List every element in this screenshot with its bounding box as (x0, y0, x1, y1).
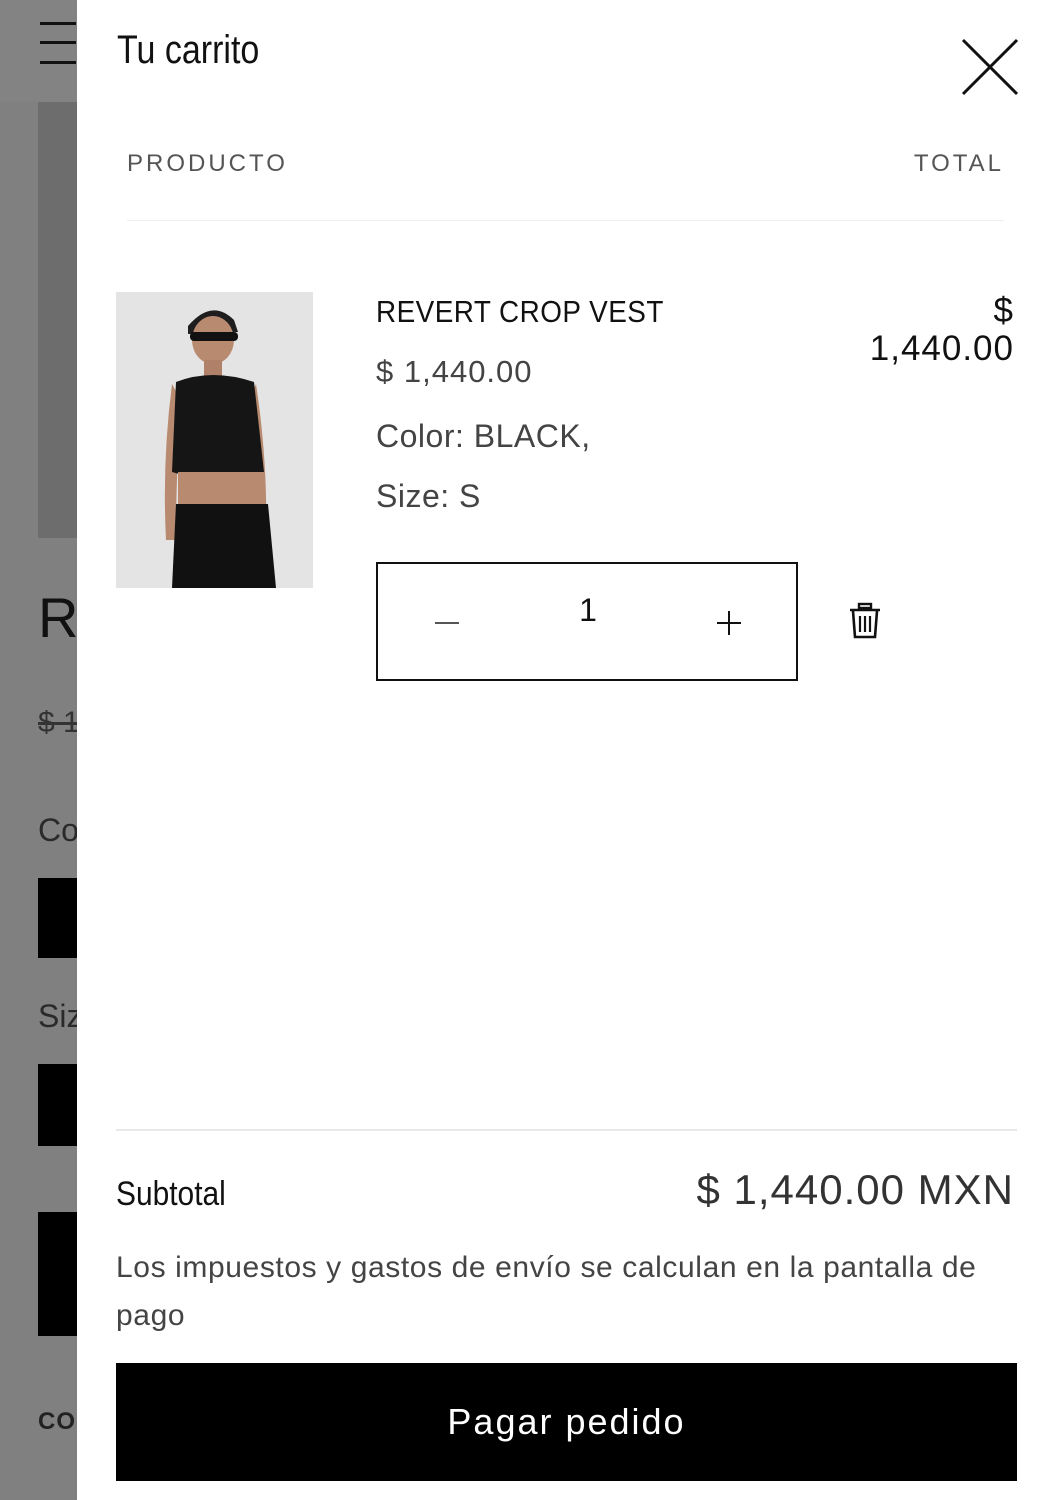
background-product-title: R (38, 586, 79, 649)
column-header-total: TOTAL (913, 150, 1004, 177)
item-name[interactable]: REVERT CROP VEST (376, 294, 664, 330)
product-photo (116, 292, 313, 588)
background-small-label: CO (38, 1408, 76, 1435)
background-product-price: $ 1 (38, 706, 80, 739)
checkout-button[interactable]: Pagar pedido (116, 1363, 1017, 1481)
header-divider (127, 220, 1004, 221)
trash-icon (850, 602, 880, 639)
background-size-option[interactable] (38, 1064, 78, 1146)
footer-divider (116, 1129, 1017, 1131)
item-color: Color: BLACK, (376, 418, 591, 454)
close-button[interactable] (961, 38, 1019, 96)
quantity-input[interactable]: 1 (548, 592, 628, 629)
background-add-to-cart-button[interactable] (38, 1212, 78, 1336)
subtotal-label: Subtotal (116, 1175, 226, 1213)
background-product-image (38, 102, 78, 538)
increase-quantity-button[interactable] (698, 594, 758, 650)
item-size: Size: S (376, 478, 481, 514)
background-color-swatch[interactable] (38, 878, 78, 958)
line-total-currency: $ (993, 291, 1014, 330)
hamburger-menu-icon[interactable] (40, 22, 76, 64)
cart-drawer: Tu carrito PRODUCTO TOTAL REVERT CROP VE… (77, 0, 1054, 1500)
remove-item-button[interactable] (847, 602, 883, 640)
close-icon (961, 38, 1019, 96)
cart-title: Tu carrito (117, 28, 260, 72)
line-total-amount: 1,440.00 (869, 329, 1014, 368)
tax-shipping-note: Los impuestos y gastos de envío se calcu… (116, 1251, 977, 1332)
background-color-label: Co (38, 812, 79, 848)
item-line-total: $ 1,440.00 (870, 292, 1014, 368)
background-size-label: Siz (38, 998, 83, 1034)
decrease-quantity-button[interactable] (418, 594, 478, 650)
quantity-stepper: 1 (376, 562, 798, 681)
subtotal-value: $ 1,440.00 MXN (696, 1166, 1014, 1213)
column-header-product: PRODUCTO (127, 150, 288, 177)
item-unit-price: $ 1,440.00 (376, 354, 533, 389)
product-image[interactable] (116, 292, 313, 588)
